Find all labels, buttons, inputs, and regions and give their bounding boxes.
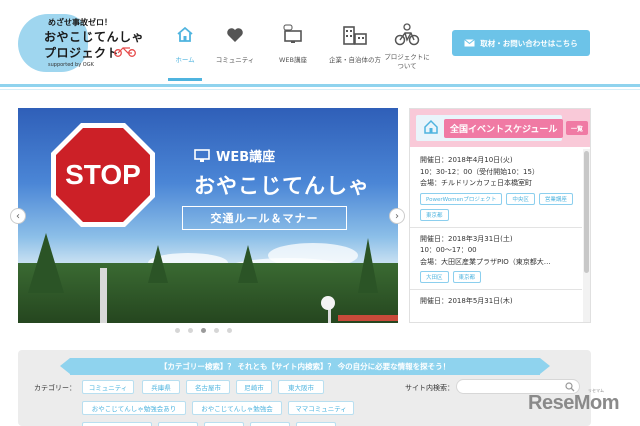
chevron-right-icon: ›: [395, 210, 399, 222]
family-bicycle-icon: [394, 23, 420, 46]
monitor-icon: [283, 24, 302, 43]
search-ribbon: 【カテゴリー検索】？ それとも【サイト内検索】？ 今の自分に必要な情報を探そう！: [70, 358, 540, 375]
banner-web-label-text: WEB講座: [216, 150, 276, 165]
logo-supported-by: supported by OGK: [48, 62, 94, 68]
event-venue: 会場：チルドリンカフェ日本橋室町: [420, 179, 532, 188]
search-section: 【カテゴリー検索】？ それとも【サイト内検索】？ 今の自分に必要な情報を探そう！…: [18, 350, 591, 426]
event-item[interactable]: 開催日：2018年5月31日(木): [410, 290, 582, 314]
slide-dot[interactable]: [188, 328, 193, 333]
logo-title-line1: おやこじてんしゃ: [44, 30, 145, 44]
home-icon: [177, 26, 193, 42]
event-tag[interactable]: 東京都: [452, 271, 482, 284]
mail-icon: [464, 39, 476, 47]
watermark-logo: ReseMom: [528, 392, 619, 414]
tree: [238, 245, 258, 283]
bicycle-icon: [114, 47, 136, 57]
category-tag[interactable]: 東大阪市: [278, 380, 324, 394]
category-tag[interactable]: [250, 422, 290, 426]
contact-button[interactable]: 取材・お問い合わせはこちら: [452, 30, 590, 56]
site-logo[interactable]: めざせ事故ゼロ！ おやこじてんしゃ プロジェクト supported by OG…: [18, 14, 144, 72]
event-list-all-button[interactable]: 一覧: [566, 121, 588, 135]
event-venue: 会場：大田区産業プラザPIO（東京都大…: [420, 257, 551, 266]
category-tag[interactable]: [204, 422, 244, 426]
category-tag[interactable]: 尼崎市: [236, 380, 272, 394]
event-date: 開催日：2018年4月10日(火): [420, 156, 513, 164]
event-tag[interactable]: 大田区: [420, 271, 449, 284]
category-tag[interactable]: 兵庫県: [142, 380, 180, 394]
category-tag[interactable]: 名古屋市: [186, 380, 230, 394]
building-icon: [343, 26, 367, 45]
nav-web-lecture[interactable]: WEB講座: [258, 22, 328, 65]
site-search-label: サイト内検索：: [405, 384, 454, 392]
banner-prev-button[interactable]: ‹: [10, 208, 26, 224]
stop-sign-icon: STOP: [51, 123, 155, 227]
heart-icon: [227, 28, 243, 42]
event-list: 開催日：2018年4月10日(火) 10：30-12：00（受付開始10：15）…: [410, 149, 582, 314]
tree-line: [18, 263, 398, 323]
slide-dot[interactable]: [227, 328, 232, 333]
category-tag[interactable]: [158, 422, 198, 426]
banner-pagination: [175, 328, 232, 333]
event-item[interactable]: 開催日：2018年4月10日(火) 10：30-12：00（受付開始10：15）…: [410, 149, 582, 228]
small-road-sign: [321, 296, 335, 310]
map-pin-house-icon: [424, 119, 438, 134]
banner-subtitle: 交通ルール＆マナー: [182, 206, 347, 230]
tree: [148, 245, 168, 283]
header-divider: [0, 84, 640, 87]
fence: [338, 315, 398, 321]
slide-dot[interactable]: [214, 328, 219, 333]
event-tag[interactable]: 営業講座: [538, 192, 573, 205]
tree: [358, 238, 378, 293]
event-schedule-title: 全国イベントスケジュール: [444, 118, 564, 138]
category-tag[interactable]: [82, 422, 152, 426]
banner-next-button[interactable]: ›: [389, 208, 405, 224]
tree: [28, 233, 64, 293]
event-tag[interactable]: 東京都: [420, 208, 449, 221]
category-tag[interactable]: おやこじてんしゃ勉強会あり: [82, 401, 186, 415]
event-date: 開催日：2018年5月31日(木): [420, 297, 513, 306]
slide-dot[interactable]: [175, 328, 180, 333]
event-tag[interactable]: PowerWomenプロジェクト: [420, 192, 503, 205]
event-time: 10：30-12：00（受付開始10：15）: [420, 167, 539, 176]
event-scrollbar[interactable]: [583, 149, 590, 322]
event-scrollbar-thumb[interactable]: [584, 151, 589, 273]
sign-pole: [100, 268, 107, 323]
category-label: カテゴリー：: [34, 384, 76, 392]
event-tag[interactable]: 中央区: [506, 192, 535, 205]
category-tag[interactable]: ママコミュニティ: [288, 401, 354, 415]
nav-web-lecture-label: WEB講座: [279, 56, 307, 64]
contact-button-label: 取材・お問い合わせはこちら: [480, 38, 578, 48]
nav-about-label: プロジェクトに ついて: [384, 53, 430, 70]
monitor-icon: [194, 148, 210, 162]
chevron-left-icon: ‹: [16, 210, 20, 222]
event-item[interactable]: 開催日：2018年3月31日(土) 10：00〜17：00 会場：大田区産業プラ…: [410, 228, 582, 291]
watermark-small: リセマム: [588, 388, 604, 393]
banner-title: おやこじてんしゃ: [194, 174, 370, 198]
category-tag[interactable]: コミュニティ: [82, 380, 134, 394]
hero-banner[interactable]: STOP WEB講座 おやこじてんしゃ 交通ルール＆マナー: [18, 108, 398, 323]
banner-web-label: WEB講座: [194, 146, 275, 165]
nav-about[interactable]: プロジェクトに ついて: [372, 22, 442, 71]
logo-title-line2: プロジェクト: [44, 46, 120, 60]
logo-tagline: めざせ事故ゼロ！: [48, 18, 112, 27]
slide-dot-active[interactable]: [201, 328, 206, 333]
event-schedule-panel: 全国イベントスケジュール 一覧 開催日：2018年4月10日(火) 10：30-…: [409, 108, 591, 323]
event-date: 開催日：2018年3月31日(土): [420, 234, 513, 243]
search-icon[interactable]: [565, 382, 575, 392]
event-schedule-header: 全国イベントスケジュール 一覧: [410, 109, 590, 147]
nav-active-underline: [168, 78, 202, 81]
header-divider-thin: [0, 89, 640, 90]
event-time: 10：00〜17：00: [420, 246, 477, 255]
stop-sign-text: STOP: [65, 159, 141, 190]
category-tag[interactable]: おやこじてんしゃ勉強会: [192, 401, 282, 415]
site-header: めざせ事故ゼロ！ おやこじてんしゃ プロジェクト supported by OG…: [0, 0, 640, 84]
category-tag[interactable]: [296, 422, 336, 426]
